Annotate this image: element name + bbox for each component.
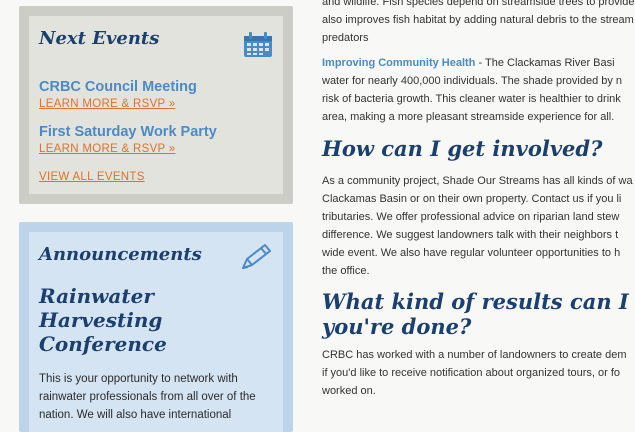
paragraph-line: if you'd like to receive notification ab… — [322, 367, 621, 379]
paragraph-line: and wildlife. Fish species depend on str… — [322, 0, 635, 8]
get-involved-paragraph: As a community project, Shade Our Stream… — [322, 172, 635, 280]
announcement-heading[interactable]: Rainwater Harvesting Conference — [39, 284, 259, 356]
event-title-work-party[interactable]: First Saturday Work Party — [39, 124, 217, 140]
heading-line: you're done? — [322, 314, 472, 339]
pencil-icon — [242, 244, 271, 269]
next-events-panel: Next Events CRBC Council Meeting LEARN M… — [19, 6, 293, 204]
announcement-heading-line: Conference — [39, 332, 167, 356]
calendar-icon — [244, 32, 272, 57]
announcement-body-line: This is your opportunity to network with — [39, 373, 238, 385]
event-rsvp-link-council-meeting[interactable]: LEARN MORE & RSVP » — [39, 98, 176, 110]
event-title-council-meeting[interactable]: CRBC Council Meeting — [39, 79, 197, 95]
announcement-heading-line: Harvesting — [39, 308, 163, 332]
paragraph-text: - The Clackamas River Basi — [475, 57, 615, 69]
view-all-events-link[interactable]: VIEW ALL EVENTS — [39, 171, 145, 183]
paragraph-line: also improves fish habitat by adding nat… — [322, 14, 634, 26]
event-rsvp-link-work-party[interactable]: LEARN MORE & RSVP » — [39, 143, 176, 155]
next-events-title: Next Events — [39, 28, 160, 49]
paragraph-line: Improving Community Health - The Clackam… — [322, 54, 635, 72]
community-health-paragraph: Improving Community Health - The Clackam… — [322, 54, 635, 126]
announcements-title: Announcements — [39, 244, 202, 265]
intro-paragraph: and wildlife. Fish species depend on str… — [322, 0, 635, 47]
paragraph-line: area, making a more pleasant streamside … — [322, 111, 615, 123]
community-health-link[interactable]: Improving Community Health — [322, 57, 475, 69]
paragraph-line: tributaries. We offer professional advic… — [322, 211, 620, 223]
paragraph-line: risk of bacteria growth. This cleaner wa… — [322, 93, 621, 105]
announcement-heading-line: Rainwater — [39, 284, 154, 308]
announcements-inner: Announcements Rainwater Harvesting Confe… — [29, 232, 283, 432]
announcement-body-line: rainwater professionals from all over of… — [39, 391, 256, 403]
paragraph-line: water for nearly 400,000 individuals. Th… — [322, 75, 623, 87]
results-paragraph: CRBC has worked with a number of landown… — [322, 346, 635, 400]
paragraph-line: the office. — [322, 265, 370, 277]
get-involved-heading: How can I get involved? — [322, 136, 603, 161]
paragraph-line: CRBC has worked with a number of landown… — [322, 349, 627, 361]
paragraph-line: difference. We suggest landowners talk w… — [322, 229, 619, 241]
announcement-body: This is your opportunity to network with… — [39, 370, 269, 424]
paragraph-line: worked on. — [322, 385, 376, 397]
paragraph-line: Clackamas Basin or on their own property… — [322, 193, 622, 205]
announcements-panel: Announcements Rainwater Harvesting Confe… — [19, 222, 293, 432]
paragraph-line: wide event. We also have regular volunte… — [322, 247, 621, 259]
results-heading: What kind of results can I lo you're don… — [322, 289, 635, 339]
next-events-inner: Next Events CRBC Council Meeting LEARN M… — [29, 16, 283, 194]
heading-line: What kind of results can I lo — [322, 289, 635, 314]
announcement-body-line: nation. We will also have international — [39, 409, 232, 421]
paragraph-line: predators — [322, 32, 369, 44]
paragraph-line: As a community project, Shade Our Stream… — [322, 175, 633, 187]
